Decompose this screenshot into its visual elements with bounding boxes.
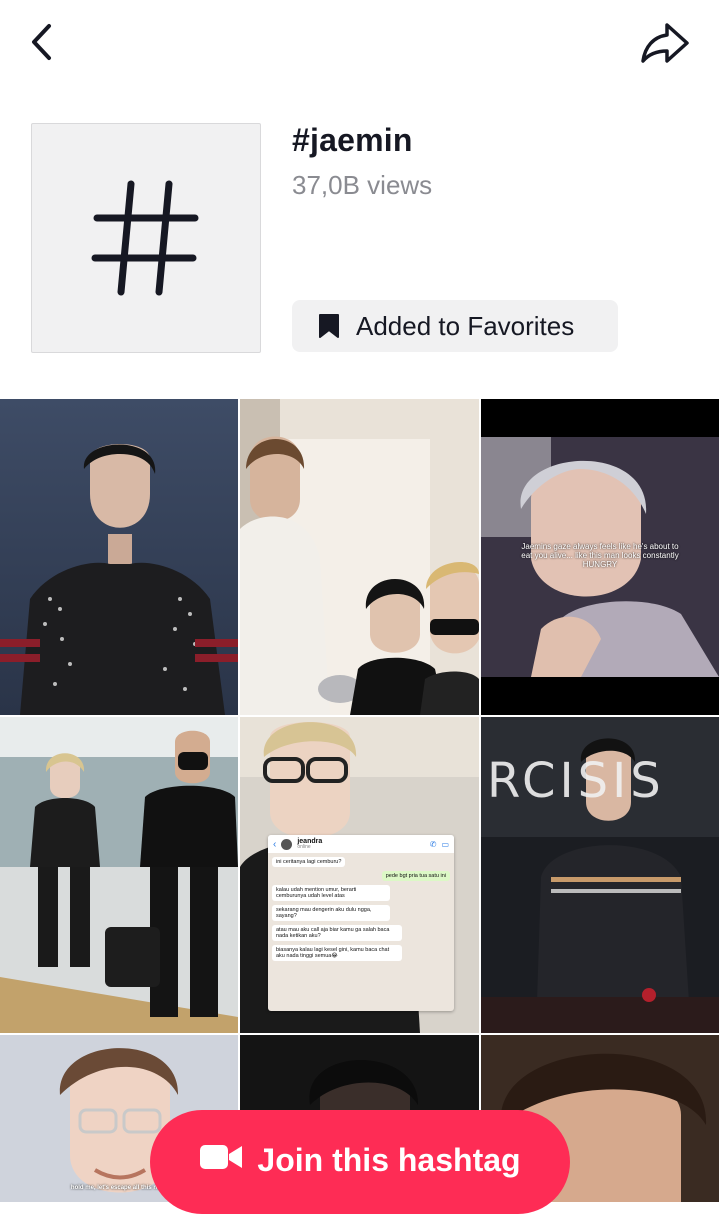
join-hashtag-label: Join this hashtag (257, 1142, 521, 1178)
video-grid: Jaemins gaze always feels like he's abou… (0, 399, 719, 1202)
hashtag-title: #jaemin (292, 122, 413, 158)
top-bar (0, 0, 719, 90)
chat-messages: ini ceritanya lagi cemburu? pede bgt pri… (268, 853, 454, 965)
thumbnail-image (0, 399, 238, 715)
chat-bubble: biasanya kalau lagi kesel gini, kamu bac… (272, 945, 402, 961)
chevron-left-icon (32, 24, 51, 60)
stage-sign-text: RCISIS (487, 753, 665, 809)
chat-screenshot: ‹ jeandra online ✆ ▭ ini ceritanya lagi … (268, 835, 454, 1011)
chat-bubble: pede bgt pria tua satu ini (381, 871, 450, 881)
chat-bubble: sekarang mau dengerin aku dulu ngga, say… (272, 905, 390, 921)
share-button[interactable] (636, 18, 694, 68)
share-arrow-icon (641, 23, 689, 63)
view-count: 37,0B views (292, 170, 433, 200)
video-thumbnail[interactable]: RCISIS (481, 717, 719, 1033)
chat-contact-status: online (297, 844, 311, 850)
video-thumbnail[interactable] (0, 399, 238, 715)
video-camera-icon (199, 1142, 243, 1172)
chat-avatar (281, 838, 293, 850)
video-call-icon: ▭ (441, 839, 449, 849)
thumbnail-image (240, 399, 479, 715)
chat-bubble: ini ceritanya lagi cemburu? (272, 857, 346, 867)
video-thumbnail[interactable] (0, 717, 238, 1033)
join-hashtag-button[interactable]: Join this hashtag (150, 1110, 570, 1214)
video-thumbnail[interactable]: Jaemins gaze always feels like he's abou… (481, 399, 719, 715)
thumbnail-image (0, 717, 238, 1033)
chat-header: ‹ jeandra online ✆ ▭ (268, 835, 454, 853)
video-thumbnail[interactable]: ‹ jeandra online ✆ ▭ ini ceritanya lagi … (240, 717, 479, 1033)
chat-bubble: kalau udah mention umur, berarti cemburu… (272, 885, 390, 901)
favorite-button[interactable]: Added to Favorites (292, 300, 618, 352)
video-caption: Jaemins gaze always feels like he's abou… (521, 542, 679, 570)
favorite-label: Added to Favorites (356, 310, 575, 341)
back-button[interactable] (22, 20, 62, 64)
video-thumbnail[interactable] (240, 399, 479, 715)
chat-bubble: atau mau aku call aja biar kamu ga salah… (272, 925, 402, 941)
bookmark-icon (318, 313, 340, 339)
call-icon: ✆ (429, 839, 437, 849)
chat-back-icon: ‹ (273, 838, 277, 850)
hashtag-cover (31, 123, 261, 353)
hashtag-icon (91, 180, 199, 296)
hashtag-header: #jaemin 37,0B views Added to Favorites (0, 110, 719, 370)
